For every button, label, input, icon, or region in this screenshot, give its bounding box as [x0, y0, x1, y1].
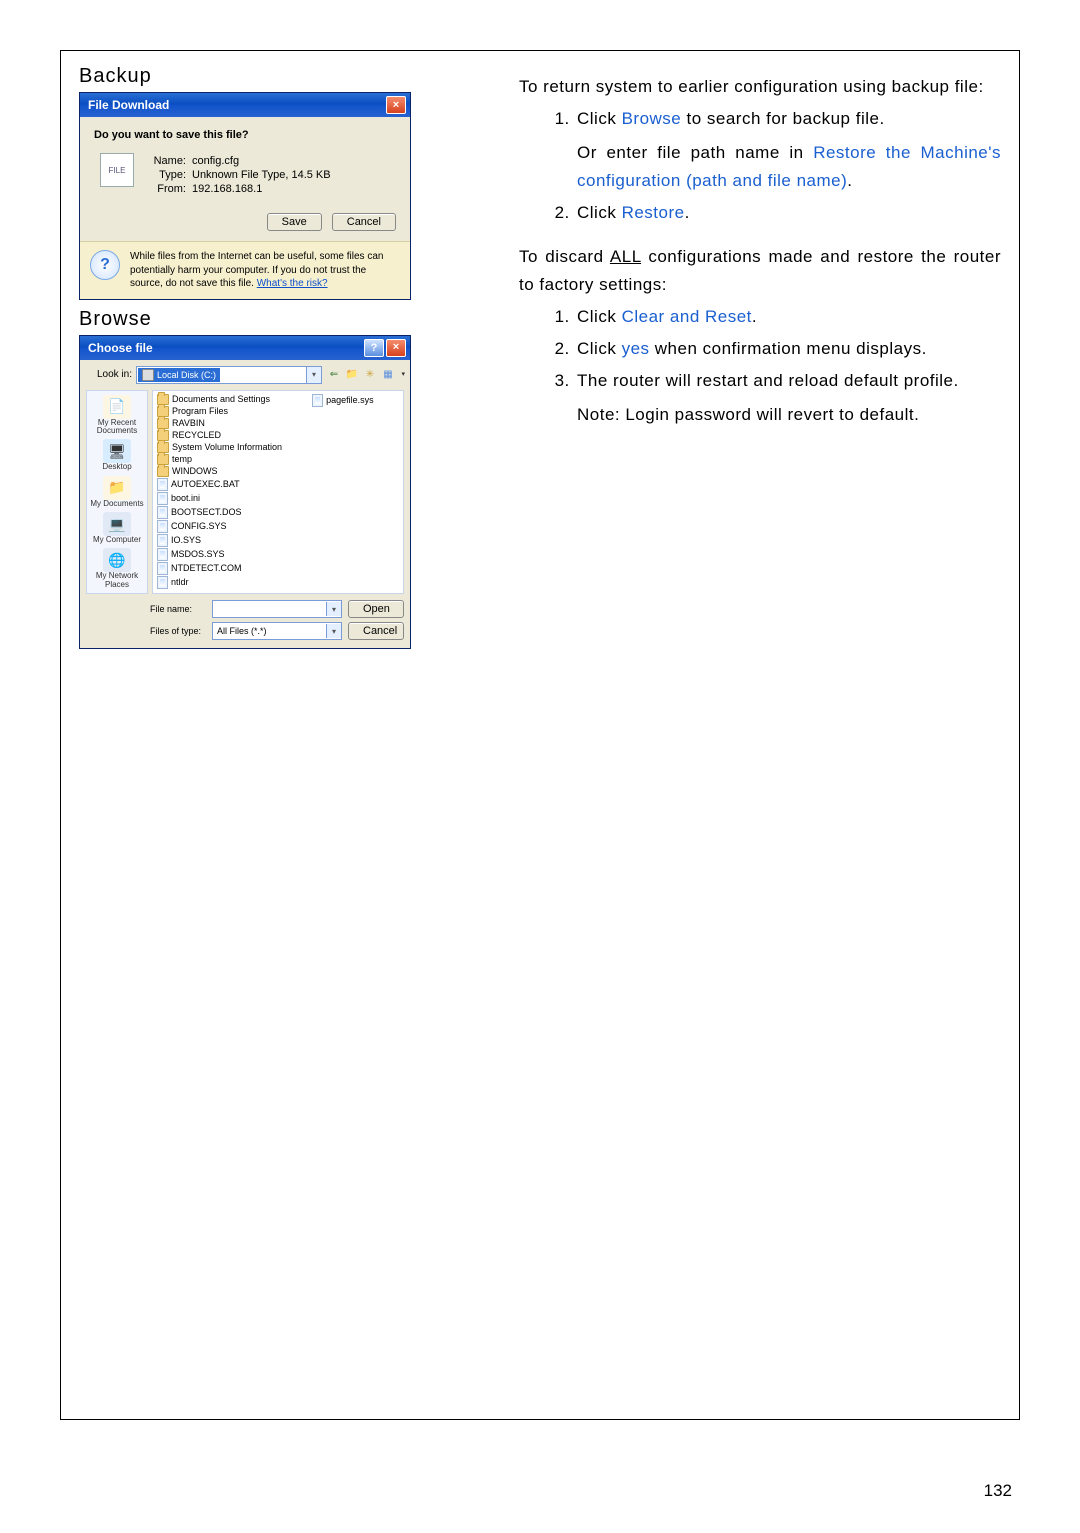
- file-icon: [157, 562, 168, 575]
- reset-note: Note: Login password will revert to defa…: [577, 401, 1001, 429]
- file-item[interactable]: boot.ini: [157, 492, 282, 505]
- step-confirm-yes: Click yes when confirmation menu display…: [575, 335, 1001, 363]
- whats-the-risk-link[interactable]: What's the risk?: [257, 278, 328, 289]
- file-item[interactable]: Program Files: [157, 406, 282, 417]
- file-item[interactable]: Documents and Settings: [157, 394, 282, 405]
- page-frame: Backup File Download × Do you want to sa…: [60, 50, 1020, 1420]
- folder-icon: [157, 418, 169, 429]
- close-icon[interactable]: ×: [386, 339, 406, 357]
- folder-icon: [157, 430, 169, 441]
- disk-icon: [142, 369, 154, 381]
- file-name-label: File name:: [150, 604, 206, 614]
- file-icon: [157, 548, 168, 561]
- close-icon[interactable]: ×: [386, 96, 406, 114]
- cancel-button[interactable]: Cancel: [348, 622, 404, 640]
- places-my-computer[interactable]: 💻My Computer: [93, 512, 141, 544]
- file-type-label: Files of type:: [150, 626, 206, 636]
- places-bar: 📄My Recent Documents 🖥Desktop 📁My Docume…: [86, 390, 148, 595]
- file-icon: [157, 506, 168, 519]
- up-folder-icon[interactable]: 📁: [344, 366, 360, 384]
- restore-steps: Click Browse to search for backup file. …: [519, 105, 1001, 227]
- step-clear-reset: Click Clear and Reset.: [575, 303, 1001, 331]
- browse-heading: Browse: [79, 308, 489, 331]
- views-icon[interactable]: ▦: [380, 366, 404, 384]
- folder-icon: [157, 466, 169, 477]
- toolbar-icons: ⇐ 📁 ✳ ▦: [326, 366, 404, 384]
- file-icon: [157, 576, 168, 589]
- left-column: Backup File Download × Do you want to sa…: [79, 63, 489, 1401]
- file-listing[interactable]: Documents and SettingsProgram FilesRAVBI…: [152, 390, 404, 595]
- file-item[interactable]: pagefile.sys: [312, 394, 374, 407]
- file-download-titlebar: File Download ×: [80, 93, 410, 117]
- file-download-dialog: File Download × Do you want to save this…: [79, 92, 411, 300]
- step-browse: Click Browse to search for backup file. …: [575, 105, 1001, 195]
- file-icon: [157, 520, 168, 533]
- look-in-label: Look in:: [86, 369, 132, 380]
- file-meta: FILE Name:config.cfg Type:Unknown File T…: [100, 153, 396, 197]
- page-number: 132: [984, 1481, 1012, 1501]
- security-warning: ? While files from the Internet can be u…: [80, 241, 410, 299]
- file-item[interactable]: System Volume Information: [157, 442, 282, 453]
- question-icon: ?: [90, 250, 120, 280]
- step-restore: Click Restore.: [575, 199, 1001, 227]
- file-type-dropdown[interactable]: All Files (*.*)▾: [212, 622, 342, 640]
- places-desktop[interactable]: 🖥Desktop: [102, 439, 131, 471]
- new-folder-icon[interactable]: ✳: [362, 366, 378, 384]
- folder-icon: [157, 394, 169, 405]
- file-item[interactable]: temp: [157, 454, 282, 465]
- folder-icon: [157, 454, 169, 465]
- file-download-body: Do you want to save this file? FILE Name…: [80, 117, 410, 299]
- back-icon[interactable]: ⇐: [326, 366, 342, 384]
- look-in-dropdown[interactable]: Local Disk (C:) ▾: [136, 366, 322, 384]
- folder-icon: [157, 442, 169, 453]
- choose-file-title: Choose file: [88, 341, 153, 355]
- chevron-down-icon: ▾: [326, 602, 341, 616]
- file-type-icon: FILE: [100, 153, 134, 187]
- intro-discard: To discard ALL configurations made and r…: [519, 243, 1001, 299]
- file-icon: [157, 478, 168, 491]
- file-item[interactable]: RAVBIN: [157, 418, 282, 429]
- step-restart: The router will restart and reload defau…: [575, 367, 1001, 429]
- folder-icon: [157, 406, 169, 417]
- intro-restore: To return system to earlier configuratio…: [519, 73, 1001, 101]
- choose-file-dialog: Choose file ? × Look in: Local Disk (C:)…: [79, 335, 411, 650]
- places-my-documents[interactable]: 📁My Documents: [90, 476, 143, 508]
- file-icon: [312, 394, 323, 407]
- reset-steps: Click Clear and Reset. Click yes when co…: [519, 303, 1001, 429]
- file-item[interactable]: CONFIG.SYS: [157, 520, 282, 533]
- file-item[interactable]: WINDOWS: [157, 466, 282, 477]
- manual-page: Backup File Download × Do you want to sa…: [0, 0, 1080, 1533]
- file-item[interactable]: AUTOEXEC.BAT: [157, 478, 282, 491]
- file-item[interactable]: RECYCLED: [157, 430, 282, 441]
- file-name-input[interactable]: ▾: [212, 600, 342, 618]
- places-my-network[interactable]: 🌐My Network Places: [87, 548, 147, 589]
- file-item[interactable]: ntldr: [157, 576, 282, 589]
- places-recent[interactable]: 📄My Recent Documents: [87, 395, 147, 436]
- choose-file-body: Look in: Local Disk (C:) ▾ ⇐ 📁 ✳ ▦: [80, 360, 410, 649]
- file-download-question: Do you want to save this file?: [94, 129, 396, 141]
- file-item[interactable]: MSDOS.SYS: [157, 548, 282, 561]
- open-button[interactable]: Open: [348, 600, 404, 618]
- file-download-title: File Download: [88, 98, 169, 112]
- file-icon: [157, 534, 168, 547]
- file-item[interactable]: BOOTSECT.DOS: [157, 506, 282, 519]
- file-icon: [157, 492, 168, 505]
- save-button[interactable]: Save: [267, 213, 322, 231]
- choose-file-titlebar: Choose file ? ×: [80, 336, 410, 360]
- backup-heading: Backup: [79, 65, 489, 88]
- cancel-button[interactable]: Cancel: [332, 213, 396, 231]
- instruction-text: To return system to earlier configuratio…: [519, 63, 1001, 1401]
- file-item[interactable]: IO.SYS: [157, 534, 282, 547]
- chevron-down-icon: ▾: [326, 624, 341, 638]
- chevron-down-icon: ▾: [306, 367, 321, 383]
- help-icon[interactable]: ?: [364, 339, 384, 357]
- file-item[interactable]: NTDETECT.COM: [157, 562, 282, 575]
